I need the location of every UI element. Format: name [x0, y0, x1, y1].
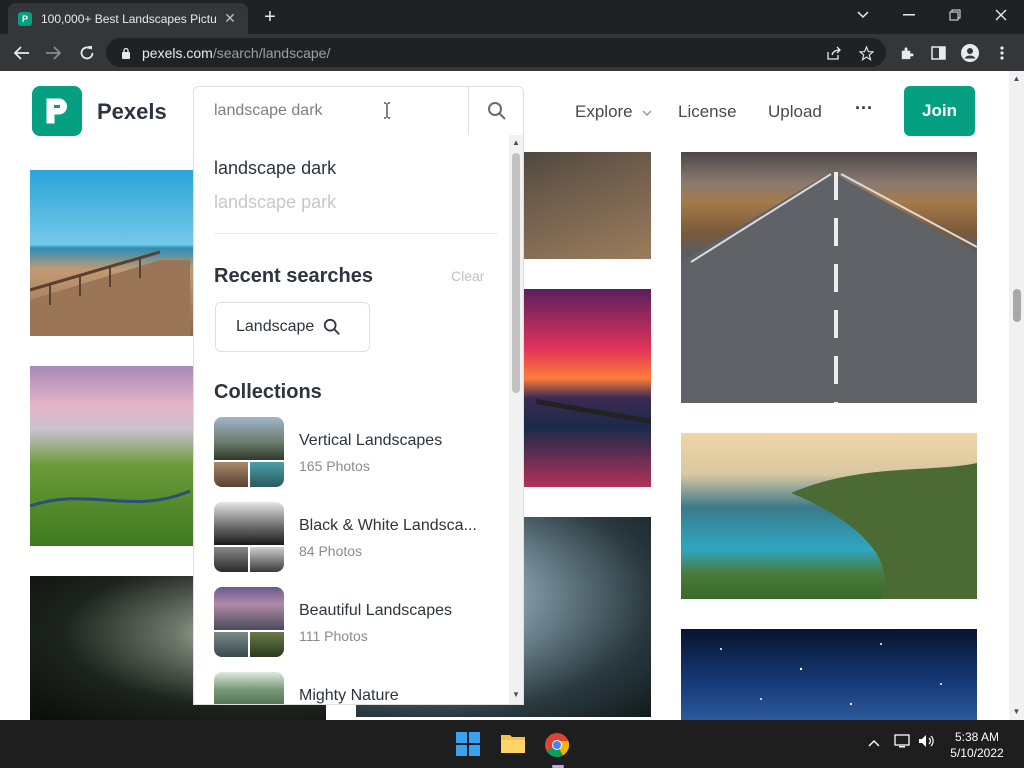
recent-search-chip[interactable]: Landscape: [215, 302, 370, 352]
url-host: pexels.com: [142, 44, 213, 61]
search-input[interactable]: [195, 88, 467, 134]
scroll-up-arrow-icon[interactable]: ▲: [1012, 74, 1021, 83]
scroll-down-arrow-icon[interactable]: ▼: [1012, 707, 1021, 716]
tab-title: 100,000+ Best Landscapes Pictur: [41, 11, 216, 26]
windows-start-icon[interactable]: [456, 732, 482, 758]
scroll-down-arrow-icon[interactable]: ▼: [511, 690, 521, 700]
pexels-logo-icon[interactable]: [32, 86, 82, 136]
clock-date: 5/10/2022: [950, 746, 1004, 760]
collection-item[interactable]: Mighty Nature: [214, 672, 504, 704]
collection-thumbnails: [214, 502, 284, 572]
browser-tab[interactable]: P 100,000+ Best Landscapes Pictur ✕: [8, 3, 248, 34]
browser-toolbar: pexels.com/search/landscape/: [0, 34, 1024, 71]
back-arrow-icon[interactable]: [9, 40, 35, 66]
nav-explore[interactable]: Explore: [575, 102, 652, 122]
tab-search-chevron-icon[interactable]: [840, 0, 886, 30]
photo-starry-sky[interactable]: [681, 629, 977, 720]
scroll-up-arrow-icon[interactable]: ▲: [511, 138, 521, 148]
dropdown-divider: [214, 233, 498, 234]
forward-arrow-icon[interactable]: [40, 40, 66, 66]
search-suggestions-dropdown: landscape dark landscape park Recent sea…: [193, 135, 524, 705]
new-tab-button[interactable]: +: [258, 6, 282, 28]
collection-item[interactable]: Black & White Landsca... 84 Photos: [214, 502, 504, 572]
file-explorer-icon[interactable]: [500, 732, 526, 758]
more-menu-icon[interactable]: ···: [855, 98, 873, 119]
collection-thumbnails: [214, 672, 284, 704]
nav-license[interactable]: License: [678, 102, 737, 122]
nav-explore-label: Explore: [575, 102, 633, 121]
address-bar[interactable]: pexels.com/search/landscape/: [106, 38, 886, 67]
windows-taskbar: 5:38 AM 5/10/2022: [0, 720, 1024, 768]
pexels-page: Pexels Explore License Upload ··· Join l…: [0, 71, 1009, 720]
dropdown-scroll-thumb[interactable]: [512, 153, 520, 393]
bookmark-star-icon[interactable]: [854, 41, 878, 65]
recent-searches-heading: Recent searches: [214, 265, 373, 287]
search-icon: [488, 102, 506, 120]
collection-name: Mighty Nature: [299, 687, 399, 704]
clear-recent-button[interactable]: Clear: [451, 268, 484, 284]
share-icon[interactable]: [822, 41, 846, 65]
collection-thumbnails: [214, 587, 284, 657]
network-icon[interactable]: [894, 734, 912, 751]
restore-icon[interactable]: [932, 0, 978, 30]
chrome-icon[interactable]: [544, 732, 570, 758]
page-scrollbar[interactable]: ▲ ▼: [1009, 71, 1024, 720]
collection-count: 111 Photos: [299, 628, 368, 644]
photo-open-road[interactable]: [681, 152, 977, 403]
url-path: /search/landscape/: [212, 44, 331, 61]
close-tab-icon[interactable]: ✕: [222, 10, 238, 27]
collection-name: Black & White Landsca...: [299, 517, 477, 534]
profile-avatar-icon[interactable]: [958, 41, 982, 65]
dropdown-scrollbar[interactable]: ▲ ▼: [509, 135, 523, 704]
join-button[interactable]: Join: [904, 86, 975, 136]
reload-icon[interactable]: [74, 40, 100, 66]
collections-heading: Collections: [214, 381, 322, 403]
collection-item[interactable]: Vertical Landscapes 165 Photos: [214, 417, 504, 487]
recent-search-label: Landscape: [236, 318, 315, 335]
search-box: [193, 86, 524, 136]
tray-overflow-chevron-icon[interactable]: [868, 734, 880, 750]
nav-upload[interactable]: Upload: [768, 102, 822, 122]
chevron-down-icon: [642, 109, 652, 116]
system-clock[interactable]: 5:38 AM 5/10/2022: [940, 729, 1014, 761]
text-cursor-icon: [384, 102, 390, 119]
close-window-icon[interactable]: [978, 0, 1024, 30]
suggestion-item[interactable]: landscape dark: [214, 158, 336, 179]
suggestion-item[interactable]: landscape park: [214, 192, 336, 213]
collection-item[interactable]: Beautiful Landscapes 111 Photos: [214, 587, 504, 657]
lock-icon: [122, 47, 130, 59]
search-button[interactable]: [470, 87, 524, 135]
minimize-icon[interactable]: [886, 0, 932, 30]
search-icon: [323, 318, 341, 336]
collection-name: Vertical Landscapes: [299, 432, 443, 449]
clock-time: 5:38 AM: [954, 730, 1000, 744]
volume-icon[interactable]: [918, 734, 936, 751]
search-divider: [468, 87, 469, 135]
brand-name[interactable]: Pexels: [97, 99, 167, 125]
collection-count: 165 Photos: [299, 458, 370, 474]
page-scroll-thumb[interactable]: [1013, 289, 1021, 322]
side-panel-icon[interactable]: [926, 41, 950, 65]
browser-menu-icon[interactable]: [990, 41, 1014, 65]
pexels-favicon-icon: P: [18, 11, 32, 26]
collection-name: Beautiful Landscapes: [299, 602, 452, 619]
collection-count: 84 Photos: [299, 543, 363, 559]
extensions-icon[interactable]: [894, 41, 918, 65]
browser-tab-strip: P 100,000+ Best Landscapes Pictur ✕ +: [0, 0, 1024, 34]
photo-coastal-cliffs[interactable]: [681, 433, 977, 599]
collection-thumbnails: [214, 417, 284, 487]
